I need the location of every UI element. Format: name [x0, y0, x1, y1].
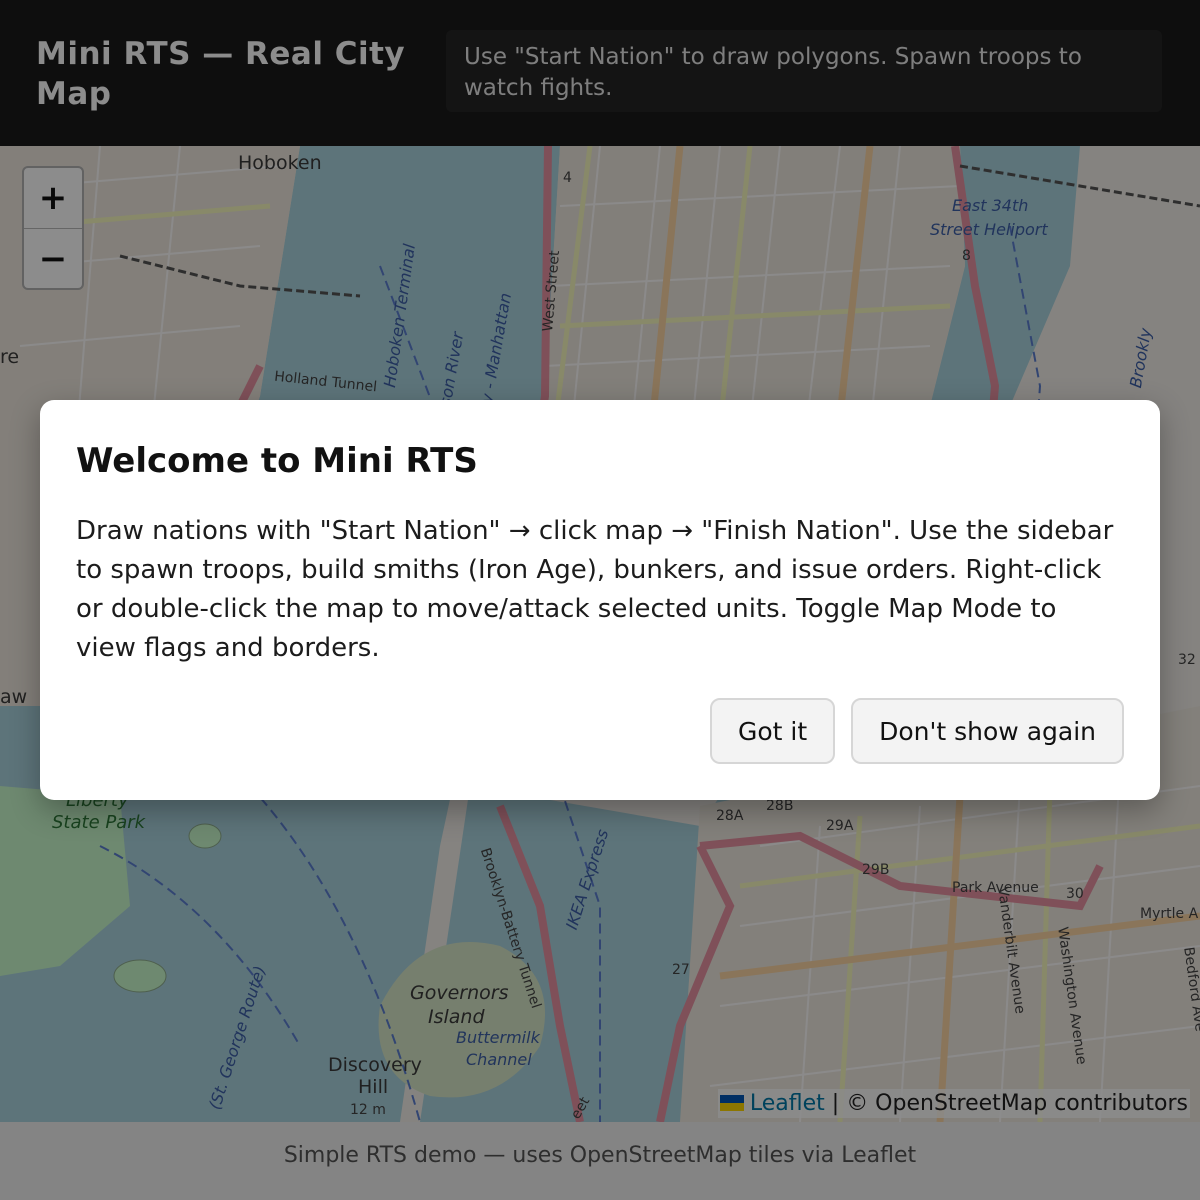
welcome-dialog: Welcome to Mini RTS Draw nations with "S…: [40, 400, 1160, 800]
got-it-button[interactable]: Got it: [709, 698, 836, 764]
dialog-actions: Got it Don't show again: [709, 698, 1124, 764]
dialog-title: Welcome to Mini RTS: [76, 441, 478, 481]
dont-show-again-button[interactable]: Don't show again: [851, 698, 1124, 764]
dialog-body: Draw nations with "Start Nation" → click…: [76, 516, 1114, 663]
